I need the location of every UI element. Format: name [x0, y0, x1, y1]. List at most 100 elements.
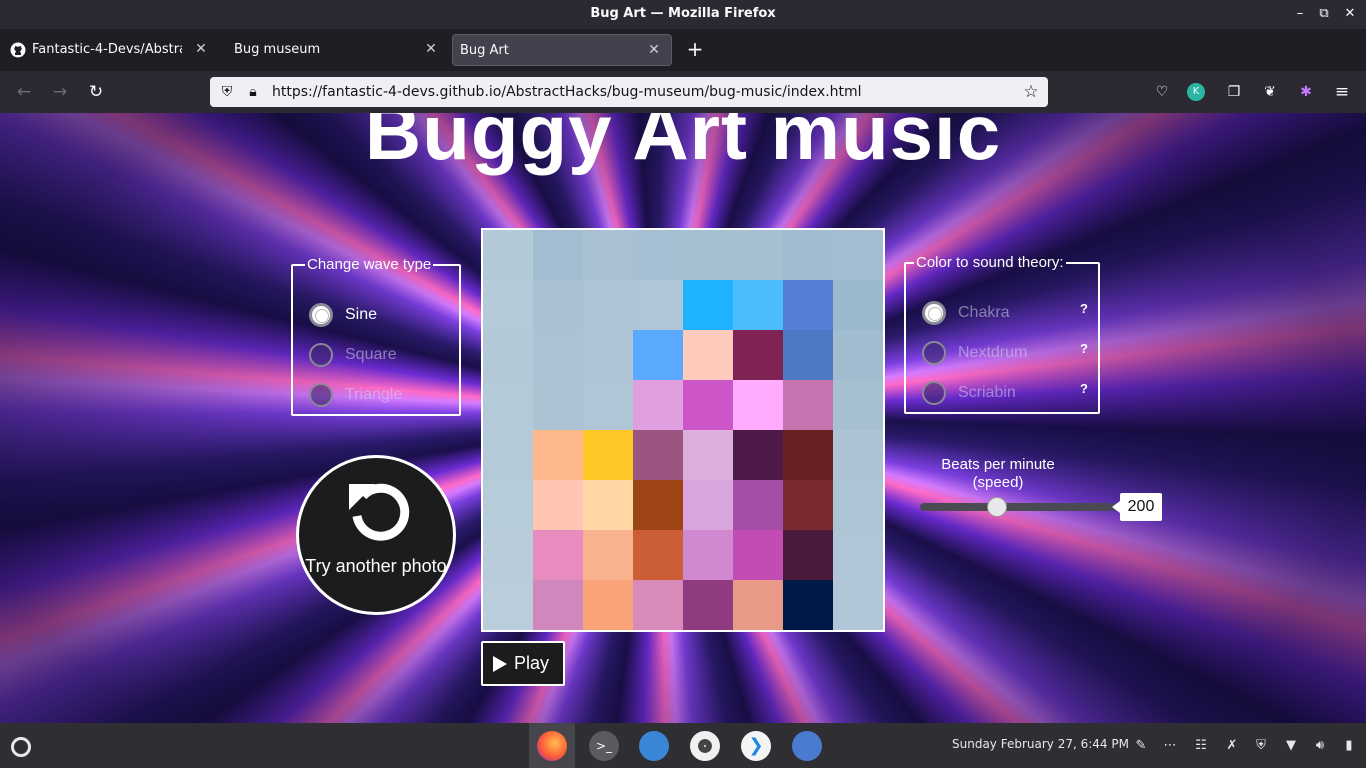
pixel-cell — [583, 380, 633, 430]
bpm-slider-thumb[interactable] — [986, 497, 1007, 517]
radio-button[interactable] — [922, 341, 946, 365]
reset-icon — [349, 483, 410, 541]
pixel-cell — [733, 530, 783, 580]
pixel-cell — [633, 530, 683, 580]
close-tab-icon[interactable]: ✕ — [192, 40, 210, 58]
pixel-cell — [633, 430, 683, 480]
radio-button[interactable] — [922, 381, 946, 405]
tab-bug-museum[interactable]: Bug museum ✕ — [222, 34, 448, 66]
pixel-cell — [583, 430, 633, 480]
pixel-cell — [533, 330, 583, 380]
pixel-cell — [833, 330, 883, 380]
pixel-cell — [683, 280, 733, 330]
pixel-cell — [733, 280, 783, 330]
pixel-cell — [583, 480, 633, 530]
pixel-cell — [533, 280, 583, 330]
pixel-cell — [683, 430, 733, 480]
help-icon[interactable]: ? — [1080, 381, 1088, 396]
settings-icon[interactable] — [690, 731, 720, 761]
back-icon[interactable]: ← — [12, 81, 36, 103]
pixel-cell — [833, 230, 883, 280]
pixel-cell — [833, 530, 883, 580]
play-button[interactable]: Play — [481, 641, 565, 686]
try-another-photo-label: Try another photo — [305, 556, 447, 576]
vscode-icon[interactable]: ❯ — [741, 731, 771, 761]
gnome-extension-icon[interactable]: ❦ — [1259, 81, 1281, 103]
wave-type-legend: Change wave type — [307, 256, 432, 273]
radio-label: Square — [345, 346, 397, 363]
snowflake-extension-icon[interactable]: ✱ — [1295, 81, 1317, 103]
battery-icon[interactable]: ▮ — [1340, 737, 1358, 755]
navigation-bar: ← → ↻ ⛨ 🔒︎ https://fantastic-4-devs.gith… — [0, 71, 1366, 113]
bookmark-star-icon[interactable]: ☆ — [1022, 83, 1040, 101]
radio-label: Scriabin — [958, 384, 1016, 401]
tab-bug-art[interactable]: Bug Art ✕ — [452, 34, 672, 66]
k-extension-icon[interactable]: K — [1187, 83, 1205, 101]
pixel-cell — [833, 480, 883, 530]
tab-github[interactable]: Fantastic-4-Devs/AbstractHacks ✕ — [0, 34, 218, 66]
pocket-icon[interactable]: ♡ — [1151, 81, 1173, 103]
terminal-icon[interactable]: >_ — [589, 731, 619, 761]
new-tab-icon[interactable]: + — [684, 38, 706, 60]
url-text[interactable]: https://fantastic-4-devs.github.io/Abstr… — [272, 84, 862, 100]
toggle-app-icon[interactable] — [792, 731, 822, 761]
forward-icon[interactable]: → — [48, 81, 72, 103]
minimize-icon[interactable]: – — [1290, 4, 1310, 24]
firefox-icon[interactable] — [537, 731, 567, 761]
color-theory-panel: Color to sound theory: Chakra ? Nextdrum… — [904, 254, 1100, 414]
tab-strip: Fantastic-4-Devs/AbstractHacks ✕ Bug mus… — [0, 29, 1366, 71]
clock[interactable]: Sunday February 27, 6:44 PM — [952, 737, 1129, 751]
color-theory-legend: Color to sound theory: — [916, 254, 1064, 271]
radio-button[interactable] — [309, 343, 333, 367]
close-tab-icon[interactable]: ✕ — [645, 41, 663, 59]
wave-type-panel: Change wave type Sine Square Triangle — [291, 256, 461, 416]
pixel-cell — [783, 330, 833, 380]
volume-icon[interactable]: 🔊︎ — [1311, 737, 1329, 755]
maximize-icon[interactable]: ⧉ — [1314, 4, 1334, 24]
pixel-cell — [683, 230, 733, 280]
radio-button[interactable] — [309, 303, 333, 327]
files-icon[interactable] — [639, 731, 669, 761]
menu-icon[interactable]: ≡ — [1331, 81, 1353, 103]
pixel-cell — [783, 480, 833, 530]
page-title: Buggy Art music — [364, 113, 1002, 176]
pixel-cell — [483, 580, 533, 630]
pixel-cell — [533, 380, 583, 430]
radio-button[interactable] — [309, 383, 333, 407]
pixel-cell — [583, 280, 633, 330]
pixel-cell — [533, 430, 583, 480]
bluetooth-off-icon[interactable]: ✗ — [1223, 737, 1241, 755]
tab-label: Bug Art — [460, 43, 509, 58]
shield-icon[interactable]: ⛨ — [218, 83, 236, 101]
radio-button[interactable] — [922, 301, 946, 325]
notes-icon[interactable]: ✎ — [1132, 737, 1150, 755]
tab-label: Bug museum — [234, 42, 321, 57]
help-icon[interactable]: ? — [1080, 341, 1088, 356]
pixel-art-grid — [481, 228, 885, 632]
activities-icon[interactable] — [11, 737, 31, 757]
close-window-icon[interactable]: ✕ — [1340, 4, 1360, 24]
wifi-icon[interactable]: ▼ — [1282, 737, 1300, 755]
radio-label: Sine — [345, 306, 378, 323]
pixel-cell — [483, 380, 533, 430]
reload-icon[interactable]: ↻ — [84, 81, 108, 103]
lock-icon[interactable]: 🔒︎ — [244, 83, 262, 101]
close-tab-icon[interactable]: ✕ — [422, 40, 440, 58]
pixel-cell — [783, 580, 833, 630]
help-icon[interactable]: ? — [1080, 301, 1088, 316]
pixel-cell — [833, 580, 883, 630]
pixel-cell — [533, 530, 583, 580]
shield-tray-icon[interactable]: ⛨ — [1252, 737, 1270, 755]
grid-icon[interactable]: ☷ — [1192, 737, 1210, 755]
screenshot-icon[interactable]: ❐ — [1223, 81, 1245, 103]
radio-label: Chakra — [958, 304, 1010, 321]
try-another-photo-button[interactable]: Try another photo — [296, 455, 456, 615]
url-bar[interactable]: ⛨ 🔒︎ https://fantastic-4-devs.github.io/… — [210, 77, 1048, 107]
pixel-cell — [633, 280, 683, 330]
bpm-label: Beats per minute (speed) — [941, 456, 1055, 491]
github-icon — [10, 42, 26, 58]
pixel-cell — [533, 480, 583, 530]
more-icon[interactable]: ⋯ — [1161, 737, 1179, 755]
pixel-cell — [833, 280, 883, 330]
bpm-slider-track[interactable] — [920, 503, 1116, 511]
